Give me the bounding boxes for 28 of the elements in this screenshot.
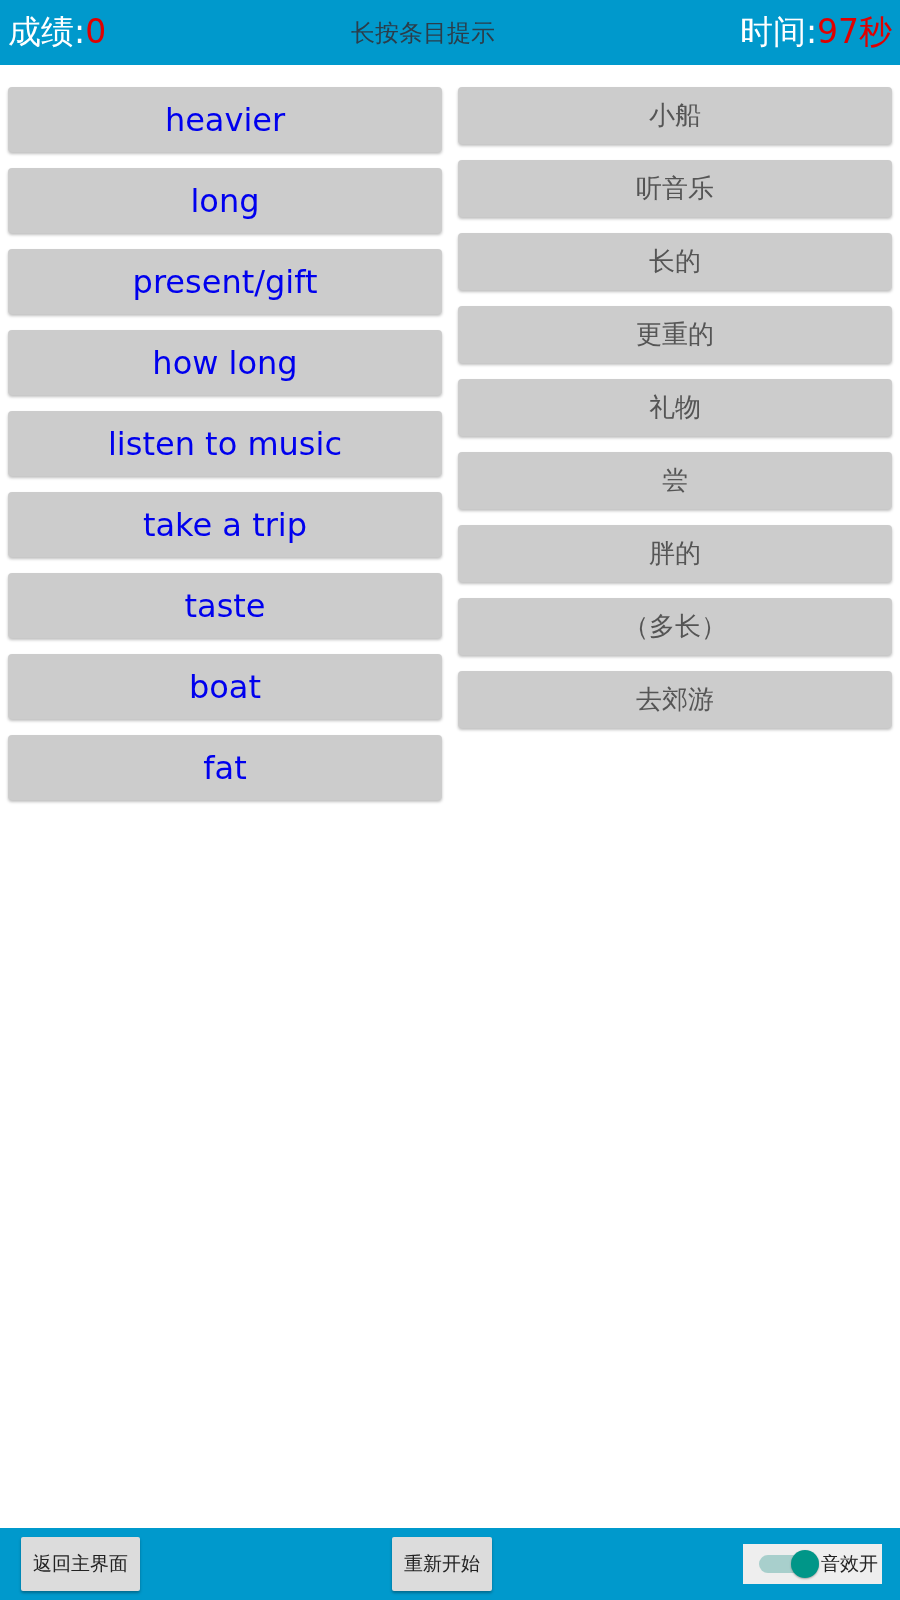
time-value: 97秒	[817, 11, 892, 53]
meaning-card[interactable]: 听音乐	[458, 160, 892, 217]
meaning-card[interactable]: 长的	[458, 233, 892, 290]
back-button[interactable]: 返回主界面	[21, 1537, 140, 1591]
meaning-card[interactable]: 胖的	[458, 525, 892, 582]
word-card[interactable]: listen to music	[8, 411, 442, 476]
word-card[interactable]: long	[8, 168, 442, 233]
hint-text: 长按条目提示	[351, 17, 495, 49]
word-card[interactable]: boat	[8, 654, 442, 719]
sound-toggle[interactable]: 音效开	[743, 1544, 882, 1584]
meaning-card[interactable]: 尝	[458, 452, 892, 509]
word-card[interactable]: taste	[8, 573, 442, 638]
meaning-card[interactable]: 小船	[458, 87, 892, 144]
word-card[interactable]: how long	[8, 330, 442, 395]
sound-label: 音效开	[821, 1551, 878, 1576]
meaning-card[interactable]: （多长）	[458, 598, 892, 655]
meaning-card[interactable]: 礼物	[458, 379, 892, 436]
word-card[interactable]: heavier	[8, 87, 442, 152]
word-card[interactable]: fat	[8, 735, 442, 800]
toggle-thumb[interactable]	[791, 1550, 819, 1578]
meaning-card[interactable]: 更重的	[458, 306, 892, 363]
word-card[interactable]: present/gift	[8, 249, 442, 314]
word-card[interactable]: take a trip	[8, 492, 442, 557]
score-value: 0	[85, 12, 107, 51]
time-label: 时间:	[739, 11, 817, 53]
score-label: 成绩:	[8, 11, 86, 53]
meaning-card[interactable]: 去郊游	[458, 671, 892, 728]
restart-button[interactable]: 重新开始	[391, 1537, 492, 1591]
